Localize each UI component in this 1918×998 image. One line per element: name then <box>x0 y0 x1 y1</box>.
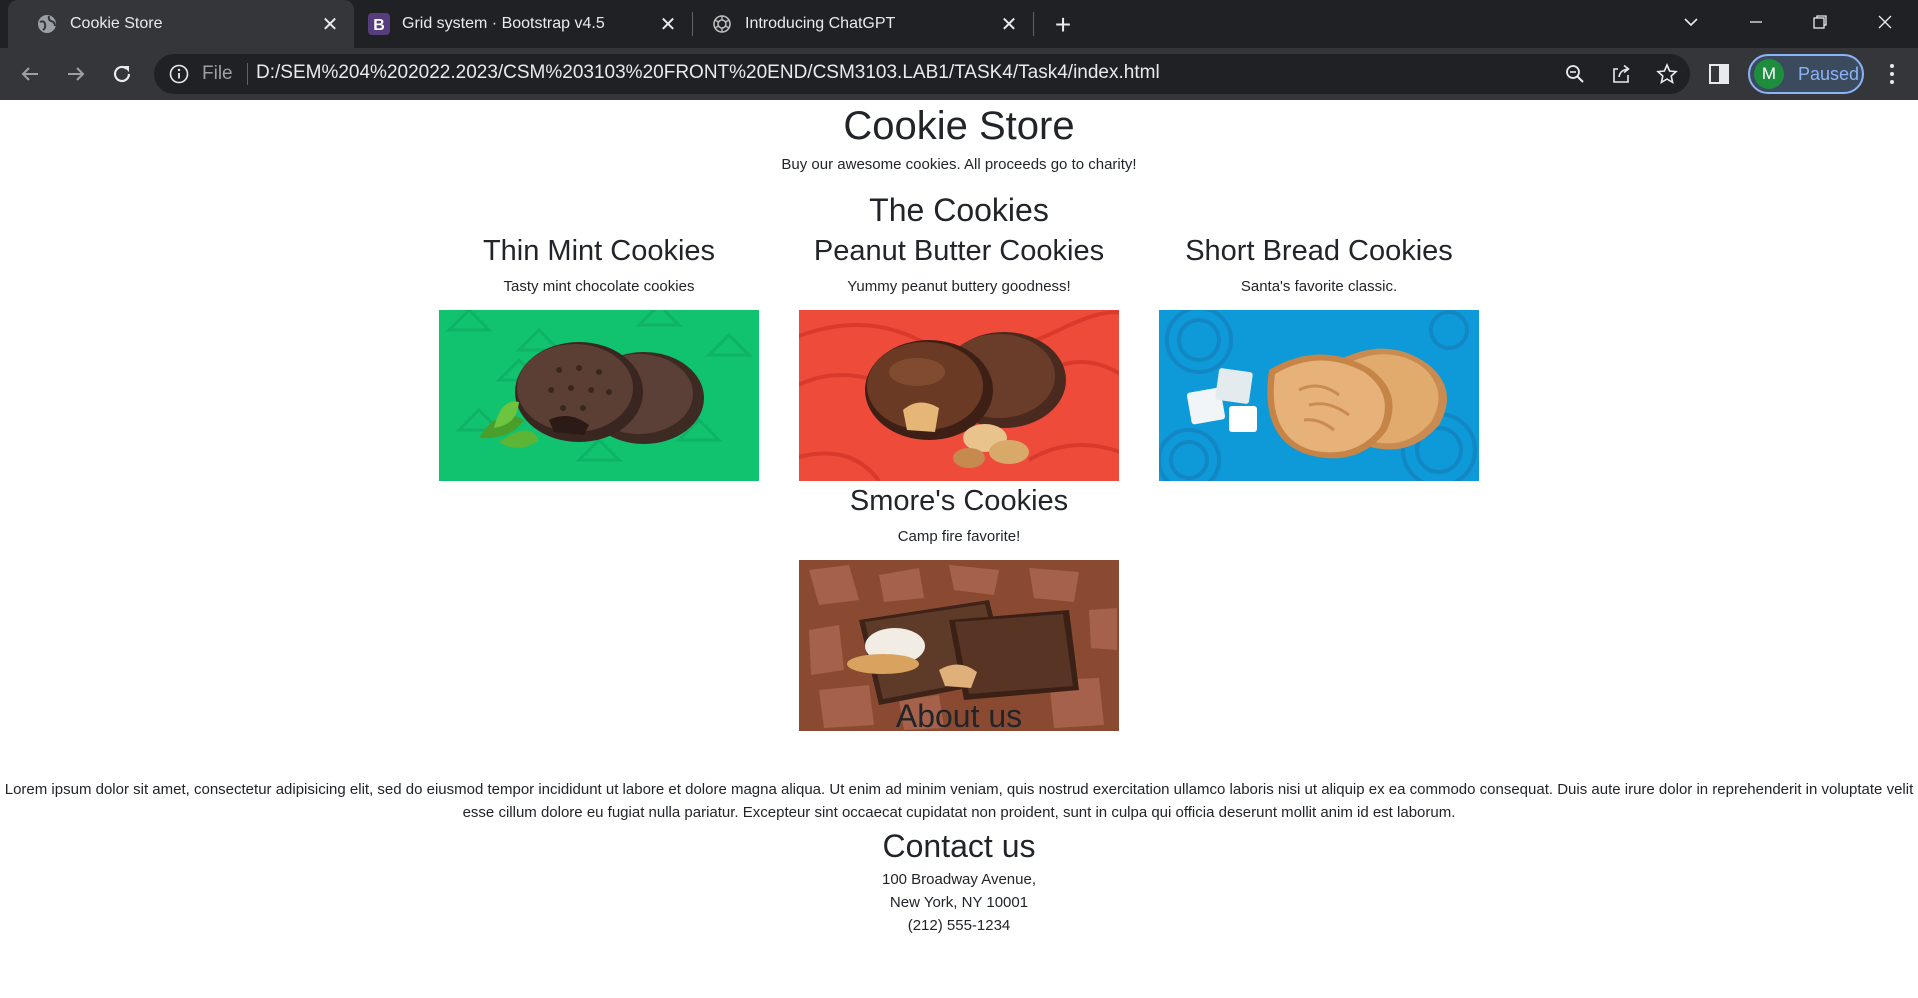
cookie-card-shortbread: Short Bread Cookies Santa's favorite cla… <box>1159 232 1479 481</box>
close-tab-icon[interactable]: ✕ <box>318 12 342 36</box>
openai-icon <box>711 13 733 35</box>
cookie-card-smores: Smore's Cookies Camp fire favorite! <box>799 482 1119 731</box>
side-panel-icon[interactable] <box>1708 63 1730 85</box>
cookie-description: Tasty mint chocolate cookies <box>503 278 695 295</box>
tab-separator <box>1033 12 1034 36</box>
tab-chatgpt[interactable]: Introducing ChatGPT ✕ <box>693 0 1033 48</box>
tab-title: Cookie Store <box>70 15 163 32</box>
contact-address-line: 100 Broadway Avenue, <box>881 871 1036 888</box>
tab-cookie-store[interactable]: Cookie Store ✕ <box>8 0 354 48</box>
cookie-title: Short Bread Cookies <box>1185 235 1453 267</box>
tab-search-icon[interactable] <box>1668 0 1714 44</box>
restore-icon[interactable] <box>1797 0 1843 44</box>
page-tagline: Buy our awesome cookies. All proceeds go… <box>781 156 1137 173</box>
profile-button[interactable]: M Paused <box>1748 54 1864 94</box>
shortbread-image <box>1159 310 1479 481</box>
peanut-butter-image <box>799 310 1119 481</box>
avatar: M <box>1754 59 1784 89</box>
about-title: About us <box>895 698 1023 734</box>
cookie-description: Yummy peanut buttery goodness! <box>847 278 1071 295</box>
cookie-title: Smore's Cookies <box>849 485 1069 517</box>
cookies-section-title: The Cookies <box>869 192 1049 228</box>
forward-arrow-icon[interactable] <box>60 58 92 90</box>
zoom-icon[interactable] <box>1564 63 1586 85</box>
svg-text:B: B <box>373 17 385 34</box>
minimize-icon[interactable] <box>1733 0 1779 44</box>
thin-mint-image <box>439 310 759 481</box>
close-window-icon[interactable] <box>1862 0 1908 44</box>
browser-toolbar: File D:/SEM%204%202022.2023/CSM%203103%2… <box>0 48 1918 100</box>
url-divider <box>247 63 248 85</box>
reload-icon[interactable] <box>106 58 138 90</box>
page-title: Cookie Store <box>843 104 1075 148</box>
cookie-title: Peanut Butter Cookies <box>813 235 1105 267</box>
close-tab-icon[interactable]: ✕ <box>656 12 680 36</box>
bookmark-star-icon[interactable] <box>1656 63 1678 85</box>
tab-strip: Cookie Store ✕ B Grid system · Bootstrap… <box>0 0 1918 48</box>
more-menu-icon[interactable] <box>1880 62 1904 86</box>
about-text: Lorem ipsum dolor sit amet, consectetur … <box>4 781 1914 821</box>
cookie-title: Thin Mint Cookies <box>482 235 716 267</box>
profile-status: Paused <box>1798 63 1860 84</box>
close-tab-icon[interactable]: ✕ <box>997 12 1021 36</box>
bootstrap-icon: B <box>368 13 390 35</box>
address-bar[interactable]: File D:/SEM%204%202022.2023/CSM%203103%2… <box>154 54 1690 94</box>
contact-title: Contact us <box>882 828 1036 864</box>
cookie-description: Camp fire favorite! <box>897 528 1021 545</box>
url-text[interactable]: D:/SEM%204%202022.2023/CSM%203103%20FRON… <box>256 62 1160 84</box>
page-content: Cookie Store Buy our awesome cookies. Al… <box>0 100 1918 998</box>
cookie-card-peanut-butter: Peanut Butter Cookies Yummy peanut butte… <box>799 232 1119 481</box>
contact-phone: (212) 555-1234 <box>907 917 1011 934</box>
tab-title: Grid system · Bootstrap v4.5 <box>402 15 605 32</box>
share-icon[interactable] <box>1610 63 1632 85</box>
cookie-description: Santa's favorite classic. <box>1240 278 1398 295</box>
cookie-card-thin-mint: Thin Mint Cookies Tasty mint chocolate c… <box>439 232 759 481</box>
tab-grid-system[interactable]: B Grid system · Bootstrap v4.5 ✕ <box>354 0 692 48</box>
globe-icon <box>36 13 58 35</box>
tab-title: Introducing ChatGPT <box>745 15 896 32</box>
url-scheme: File <box>202 63 233 84</box>
info-icon[interactable] <box>168 63 190 85</box>
contact-city-line: New York, NY 10001 <box>889 894 1029 911</box>
back-arrow-icon[interactable] <box>14 58 46 90</box>
new-tab-button[interactable]: + <box>1048 9 1078 40</box>
